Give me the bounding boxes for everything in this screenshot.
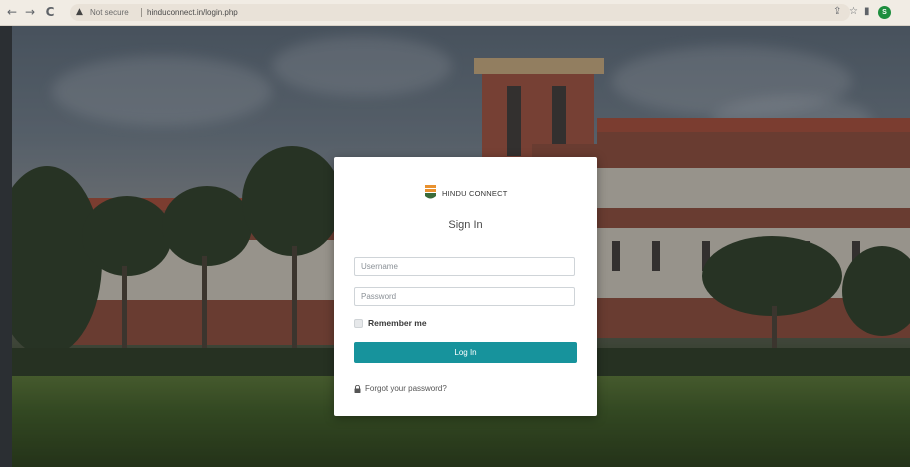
login-card: HINDU CONNECT Sign In Remember me Log In…	[334, 157, 597, 416]
profile-avatar[interactable]: S	[878, 6, 891, 19]
browser-toolbar: ← → C ▲ Not secure hinduconnect.in/login…	[0, 0, 910, 26]
login-button[interactable]: Log In	[354, 342, 577, 363]
crest-icon	[425, 185, 436, 199]
username-input[interactable]	[354, 257, 575, 276]
sidebar-icon[interactable]: ▮	[864, 5, 870, 19]
address-bar[interactable]: ▲ Not secure hinduconnect.in/login.php	[70, 4, 850, 21]
star-icon[interactable]: ☆	[849, 5, 858, 19]
remember-me-checkbox[interactable]	[354, 318, 363, 328]
lock-icon	[354, 384, 361, 393]
back-icon[interactable]: ←	[4, 4, 20, 20]
brand-logo: HINDU CONNECT	[424, 185, 508, 201]
warning-icon[interactable]: ▲	[76, 4, 83, 21]
forgot-password-link[interactable]: Forgot your password?	[365, 384, 447, 393]
url-text[interactable]: hinduconnect.in/login.php	[147, 4, 238, 21]
address-separator	[141, 8, 142, 17]
remember-me-label[interactable]: Remember me	[368, 318, 427, 328]
page-title: Sign In	[448, 219, 483, 231]
brand-name: HINDU CONNECT	[442, 188, 508, 198]
share-icon[interactable]: ⇪	[833, 5, 841, 19]
remember-me-row[interactable]: Remember me	[354, 317, 427, 329]
forgot-password-row[interactable]: Forgot your password?	[354, 384, 447, 393]
forward-icon[interactable]: →	[22, 4, 38, 20]
reload-icon[interactable]: C	[42, 4, 58, 20]
security-status[interactable]: Not secure	[90, 4, 129, 21]
password-input[interactable]	[354, 287, 575, 306]
